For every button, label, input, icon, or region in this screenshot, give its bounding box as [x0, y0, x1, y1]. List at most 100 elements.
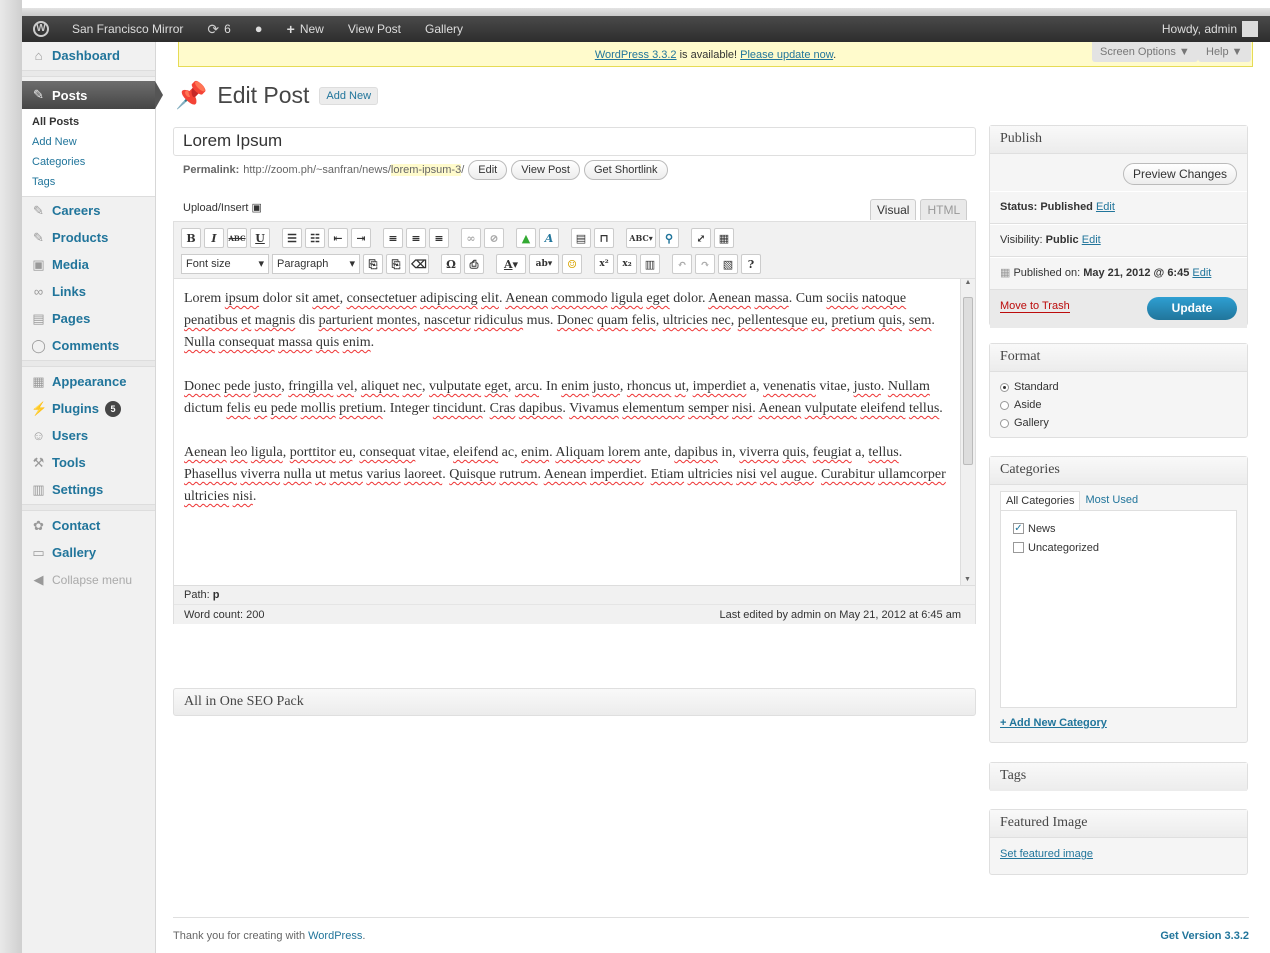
new-content-link[interactable]: + New: [275, 16, 336, 42]
align-center-icon[interactable]: ≡: [406, 227, 426, 248]
bullet-list-icon[interactable]: ☰: [282, 227, 302, 248]
menu-careers[interactable]: ✎ Careers: [22, 197, 155, 224]
fullscreen-icon[interactable]: ⤢: [691, 227, 711, 248]
collapse-menu-button[interactable]: ◀ Collapse menu: [22, 566, 155, 593]
category-uncategorized[interactable]: Uncategorized: [1013, 538, 1224, 557]
bold-icon[interactable]: B: [181, 227, 201, 248]
preview-changes-button[interactable]: Preview Changes: [1122, 163, 1237, 185]
get-shortlink-button[interactable]: Get Shortlink: [583, 160, 668, 180]
get-version-link[interactable]: Get Version 3.3.2: [1160, 930, 1249, 942]
scroll-up-arrow-icon[interactable]: ▲: [961, 279, 975, 286]
format-box-title[interactable]: Format: [990, 344, 1247, 372]
undo-icon[interactable]: ↶: [672, 253, 692, 274]
emoticon-icon[interactable]: ☺: [562, 253, 582, 274]
set-featured-image-link[interactable]: Set featured image: [1000, 848, 1093, 860]
permalink-slug[interactable]: lorem-ipsum-3: [390, 164, 462, 176]
account-menu[interactable]: Howdy, admin: [1150, 16, 1270, 42]
checkbox-unchecked[interactable]: [1013, 542, 1024, 553]
format-option-aside[interactable]: Aside: [990, 396, 1247, 414]
path-value[interactable]: p: [213, 589, 220, 601]
menu-appearance[interactable]: ▦ Appearance: [22, 368, 155, 395]
menu-pages[interactable]: ▤ Pages: [22, 305, 155, 332]
paragraph-format-select[interactable]: Paragraph ▾: [272, 253, 360, 274]
subscript-icon[interactable]: x₂: [617, 253, 637, 274]
menu-products[interactable]: ✎ Products: [22, 224, 155, 251]
updates-link[interactable]: ⟳ 6: [195, 16, 242, 42]
insert-media-icon[interactable]: ▥: [640, 253, 660, 274]
align-left-icon[interactable]: ≡: [383, 227, 403, 248]
help-button[interactable]: Help ▼: [1198, 42, 1251, 62]
format-option-gallery[interactable]: Gallery: [990, 414, 1247, 432]
move-to-trash-link[interactable]: Move to Trash: [1000, 300, 1070, 313]
align-right-icon[interactable]: ≡: [429, 227, 449, 248]
edit-permalink-button[interactable]: Edit: [468, 160, 508, 180]
print-icon[interactable]: ⎙: [464, 253, 484, 274]
editor-content[interactable]: Lorem ipsum dolor sit amet, consectetuer…: [174, 279, 960, 585]
advanced-image-icon[interactable]: ▧: [718, 253, 738, 274]
link-icon[interactable]: ∞: [461, 227, 481, 248]
font-color-icon[interactable]: A▾: [496, 253, 526, 274]
spellcheck-icon[interactable]: ABC▾: [626, 227, 656, 248]
menu-users[interactable]: ☺ Users: [22, 422, 155, 449]
seo-pack-box[interactable]: All in One SEO Pack: [173, 688, 976, 716]
unlink-icon[interactable]: ⊘: [484, 227, 504, 248]
update-now-link[interactable]: Please update now: [740, 49, 833, 61]
submenu-all-posts[interactable]: All Posts: [32, 112, 155, 132]
numbered-list-icon[interactable]: ☷: [305, 227, 325, 248]
tab-most-used[interactable]: Most Used: [1080, 491, 1143, 510]
submenu-add-new[interactable]: Add New: [32, 132, 155, 152]
category-news[interactable]: ✓ News: [1013, 519, 1224, 538]
tags-box-title[interactable]: Tags: [990, 763, 1247, 791]
tab-visual[interactable]: Visual: [870, 199, 917, 220]
indent-icon[interactable]: ⇥: [351, 227, 371, 248]
paste-text-icon[interactable]: ⎘: [363, 253, 383, 274]
remove-format-icon[interactable]: ⌫: [409, 253, 429, 274]
redo-icon[interactable]: ↷: [695, 253, 715, 274]
view-post-link[interactable]: View Post: [336, 16, 413, 42]
featured-image-box-title[interactable]: Featured Image: [990, 810, 1247, 838]
screen-options-button[interactable]: Screen Options ▼: [1092, 42, 1198, 62]
superscript-icon[interactable]: x²: [594, 253, 614, 274]
paste-word-icon[interactable]: ⎘: [386, 253, 406, 274]
upload-insert[interactable]: Upload/Insert ▣: [183, 201, 262, 214]
wordpress-logo-menu[interactable]: W: [22, 16, 60, 42]
tab-all-categories[interactable]: All Categories: [1000, 491, 1081, 510]
menu-gallery[interactable]: ▭ Gallery: [22, 539, 155, 566]
add-new-category-link[interactable]: + Add New Category: [1000, 717, 1107, 729]
comments-link[interactable]: ●: [243, 16, 275, 42]
radio-unselected[interactable]: [1000, 418, 1009, 428]
site-name-link[interactable]: San Francisco Mirror: [60, 16, 195, 42]
version-link[interactable]: WordPress 3.3.2: [595, 49, 677, 61]
publish-box-title[interactable]: Publish: [990, 126, 1247, 154]
menu-comments[interactable]: ◯ Comments: [22, 332, 155, 359]
help-icon[interactable]: ?: [741, 253, 761, 274]
edit-visibility-link[interactable]: Edit: [1082, 234, 1101, 246]
add-media-icon[interactable]: ▣: [252, 202, 262, 214]
menu-contact[interactable]: ✿ Contact: [22, 512, 155, 539]
categories-box-title[interactable]: Categories: [990, 457, 1247, 485]
italic-icon[interactable]: I: [204, 227, 224, 248]
outdent-icon[interactable]: ⇤: [328, 227, 348, 248]
menu-plugins[interactable]: ⚡ Plugins 5: [22, 395, 155, 422]
background-color-icon[interactable]: ab▾: [529, 253, 559, 274]
kitchen-sink-icon[interactable]: ▦: [714, 227, 734, 248]
menu-tools[interactable]: ⚒ Tools: [22, 449, 155, 476]
radio-selected[interactable]: [1000, 382, 1009, 392]
text-color-picker-icon[interactable]: A: [539, 227, 559, 248]
special-character-icon[interactable]: Ω: [441, 253, 461, 274]
checkbox-checked[interactable]: ✓: [1013, 523, 1024, 534]
gallery-link[interactable]: Gallery: [413, 16, 475, 42]
view-post-button[interactable]: View Post: [511, 160, 580, 180]
add-new-post-button[interactable]: Add New: [319, 86, 379, 105]
edit-status-link[interactable]: Edit: [1096, 201, 1115, 213]
underline-icon[interactable]: U: [250, 227, 270, 248]
menu-links[interactable]: ∞ Links: [22, 278, 155, 305]
editor-scrollbar[interactable]: ▲ ▼: [960, 279, 975, 585]
update-button[interactable]: Update: [1147, 297, 1237, 320]
menu-dashboard[interactable]: ⌂ Dashboard: [22, 42, 155, 69]
find-icon[interactable]: ⚲: [659, 227, 679, 248]
menu-posts[interactable]: ✎ Posts: [22, 81, 163, 109]
tab-html[interactable]: HTML: [920, 199, 968, 220]
scroll-down-arrow-icon[interactable]: ▼: [961, 576, 974, 583]
page-break-icon[interactable]: ⊓: [594, 227, 614, 248]
